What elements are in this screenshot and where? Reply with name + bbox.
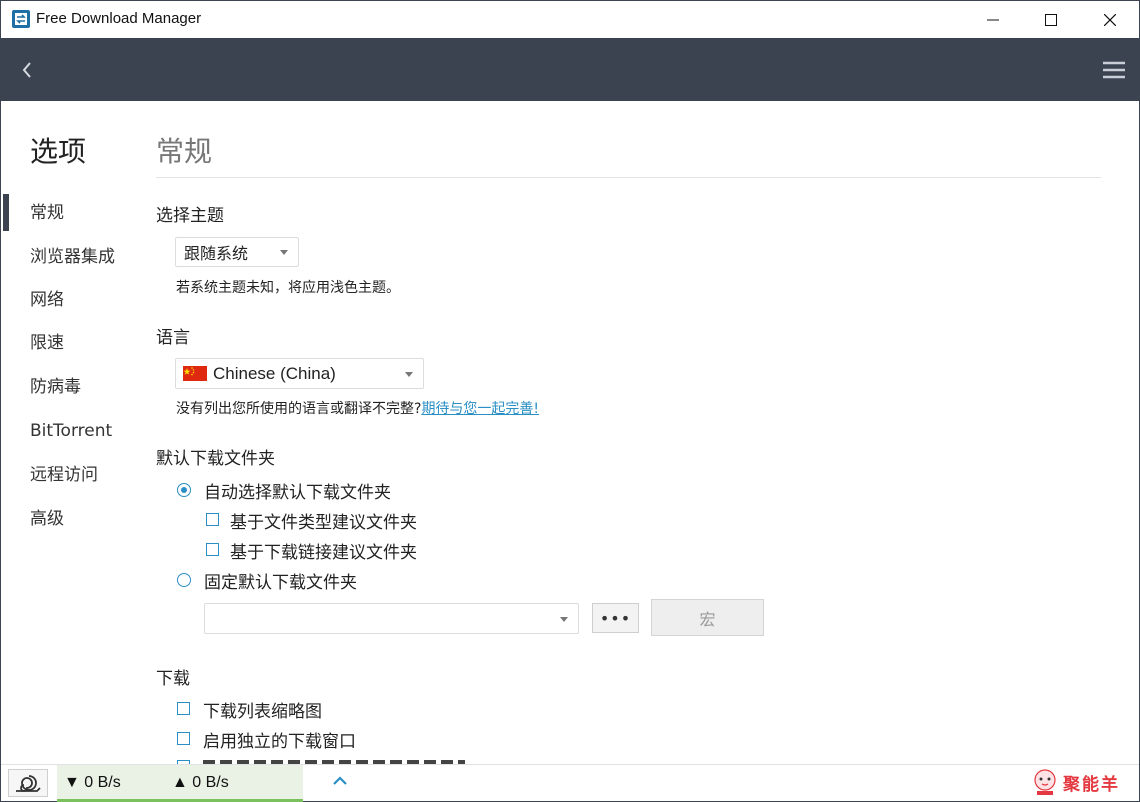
status-bar: ▼ 0 B/s ▲ 0 B/s <box>1 764 1139 802</box>
window-title: Free Download Manager <box>36 10 202 27</box>
hamburger-menu-icon <box>1103 61 1125 79</box>
sidebar-active-indicator <box>3 194 9 231</box>
suggest-by-type-label[interactable]: 基于文件类型建议文件夹 <box>230 508 417 533</box>
snail-icon <box>16 775 41 792</box>
close-button[interactable] <box>1081 1 1139 38</box>
fixed-folder-label[interactable]: 固定默认下载文件夹 <box>204 568 357 593</box>
speed-panel[interactable]: ▼ 0 B/s ▲ 0 B/s <box>57 765 347 802</box>
main-menu-button[interactable] <box>1101 58 1127 82</box>
language-select-value: Chinese (China) <box>213 363 336 383</box>
auto-folder-radio[interactable] <box>177 483 191 497</box>
language-hint: 没有列出您所使用的语言或翻译不完整?期待与您一起完善! <box>176 398 539 418</box>
sidebar-item-network[interactable]: 网络 <box>30 287 64 313</box>
page-title: 常规 <box>156 135 213 168</box>
maximize-button[interactable] <box>1022 1 1080 38</box>
sidebar-item-bittorrent[interactable]: BitTorrent <box>30 418 112 444</box>
chevron-left-icon <box>22 62 31 78</box>
sheep-mascot-icon <box>1034 769 1056 795</box>
watermark: 聚能羊 <box>1031 766 1131 798</box>
upload-speed: ▲ 0 B/s <box>172 774 229 791</box>
language-help-link[interactable]: 期待与您一起完善! <box>421 401 539 417</box>
suggest-by-link-checkbox[interactable] <box>206 543 219 556</box>
speed-mode-button[interactable] <box>8 769 48 797</box>
chevron-down-icon <box>560 616 568 622</box>
theme-section-label: 选择主题 <box>156 206 224 226</box>
theme-select[interactable]: 跟随系统 <box>175 237 299 267</box>
folder-section-label: 默认下载文件夹 <box>156 449 275 469</box>
minimize-icon <box>987 19 999 20</box>
back-button[interactable] <box>15 58 39 82</box>
fixed-folder-radio[interactable] <box>177 573 191 587</box>
separate-window-checkbox[interactable] <box>177 732 190 745</box>
language-select[interactable]: Chinese (China) <box>175 358 424 389</box>
suggest-by-type-checkbox[interactable] <box>206 513 219 526</box>
theme-hint: 若系统主题未知，将应用浅色主题。 <box>176 280 400 296</box>
download-speed: ▼ 0 B/s <box>64 774 121 791</box>
title-bar: Free Download Manager <box>1 1 1139 38</box>
separate-window-label[interactable]: 启用独立的下载窗口 <box>203 727 356 752</box>
fdm-logo-icon <box>12 10 30 28</box>
browse-folder-button[interactable]: ••• <box>592 603 639 633</box>
sidebar-item-antivirus[interactable]: 防病毒 <box>30 374 81 400</box>
auto-folder-label[interactable]: 自动选择默认下载文件夹 <box>204 478 391 503</box>
chevron-down-icon <box>280 250 288 255</box>
sidebar-item-advanced[interactable]: 高级 <box>30 506 64 532</box>
chevron-up-icon <box>333 776 347 785</box>
maximize-icon <box>1045 13 1057 26</box>
folder-path-combobox[interactable] <box>204 603 579 634</box>
macro-button[interactable]: 宏 <box>651 599 764 636</box>
app-window: Free Download Manager 选项 常规 浏览器集成 网络 限速 … <box>0 0 1140 802</box>
suggest-by-link-label[interactable]: 基于下载链接建议文件夹 <box>230 538 417 563</box>
list-thumbnails-label[interactable]: 下载列表缩略图 <box>203 697 322 722</box>
chevron-down-icon <box>405 371 413 377</box>
language-section-label: 语言 <box>156 328 190 348</box>
list-thumbnails-checkbox[interactable] <box>177 702 190 715</box>
language-hint-text: 没有列出您所使用的语言或翻译不完整? <box>176 401 422 417</box>
sidebar-item-browser-integration[interactable]: 浏览器集成 <box>30 244 115 270</box>
minimize-button[interactable] <box>964 1 1022 38</box>
sidebar-item-speed-limit[interactable]: 限速 <box>30 330 64 356</box>
app-header <box>1 38 1139 101</box>
sidebar-title: 选项 <box>30 135 87 168</box>
china-flag-icon <box>183 366 207 381</box>
sidebar-item-remote-access[interactable]: 远程访问 <box>30 462 98 488</box>
close-icon <box>1104 13 1116 26</box>
download-section-label: 下载 <box>156 669 190 689</box>
sidebar-item-general[interactable]: 常规 <box>30 200 64 226</box>
watermark-text: 聚能羊 <box>1063 774 1120 795</box>
title-divider <box>156 177 1101 178</box>
theme-select-value: 跟随系统 <box>184 244 249 263</box>
